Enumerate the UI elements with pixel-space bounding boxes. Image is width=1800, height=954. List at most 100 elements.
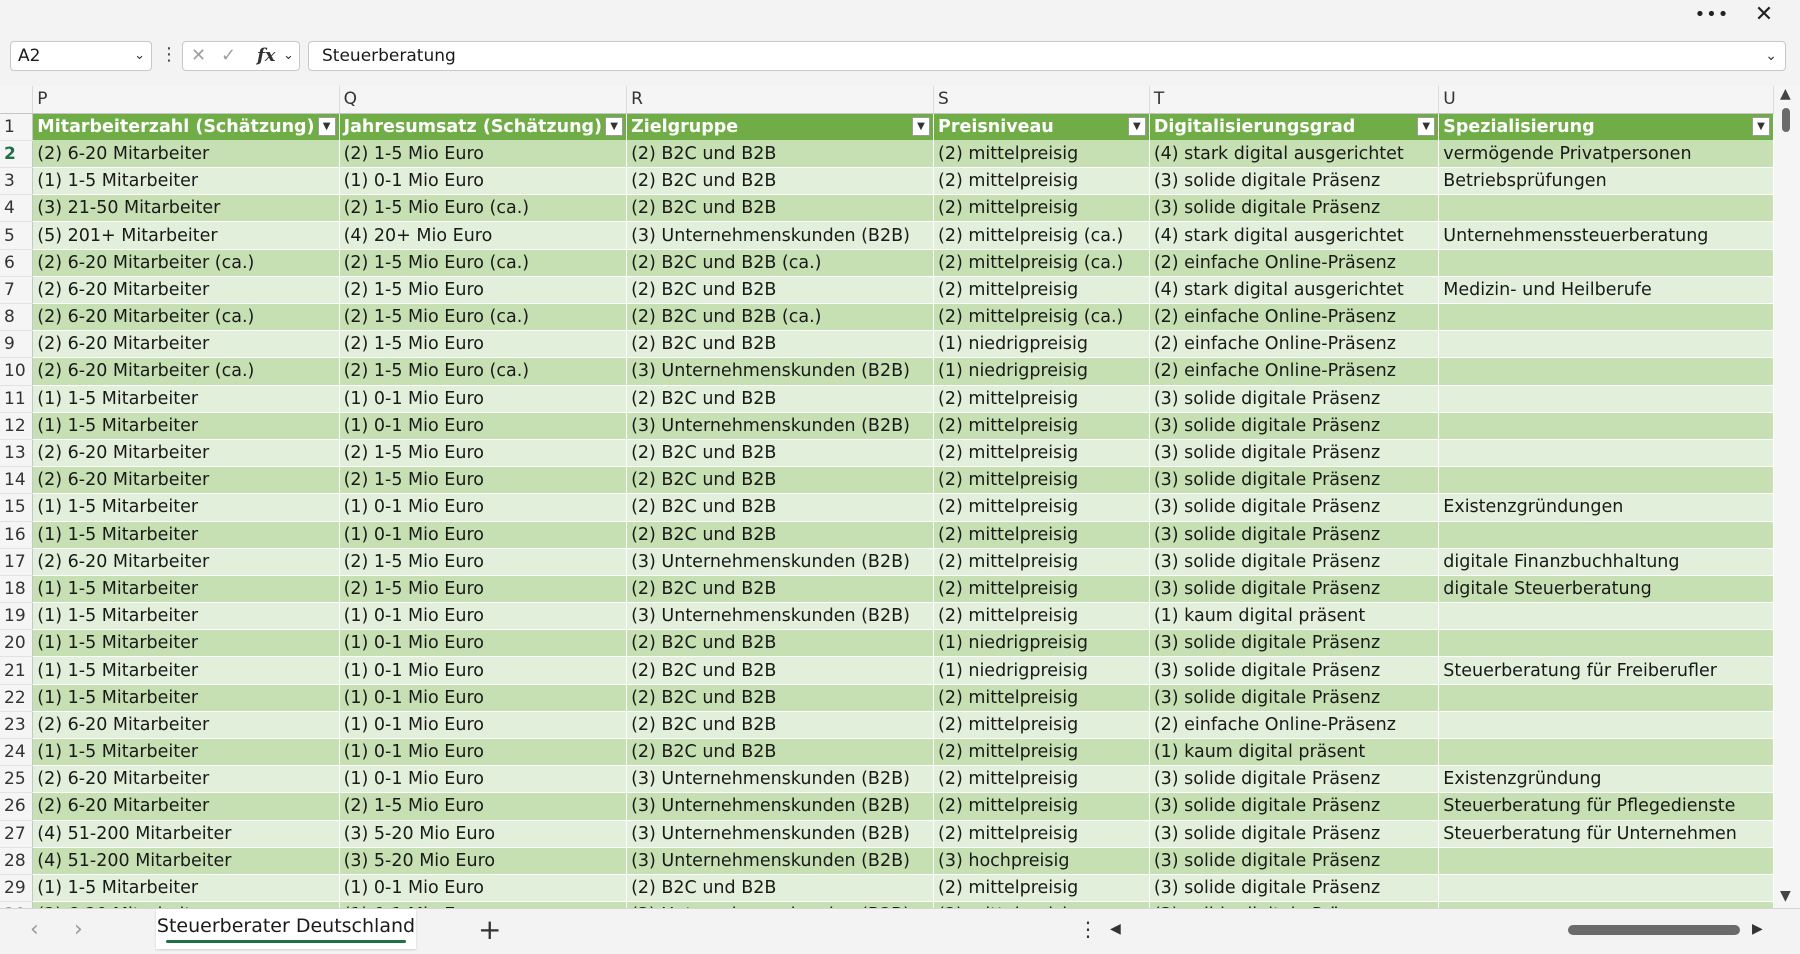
table-cell[interactable] — [1438, 249, 1774, 277]
table-cell[interactable]: (1) kaum digital präsent — [1149, 602, 1440, 631]
table-cell[interactable]: (4) 20+ Mio Euro — [339, 221, 628, 250]
table-cell[interactable]: Steuerberatung für Freiberufler — [1438, 656, 1774, 685]
confirm-icon[interactable]: ✓ — [221, 42, 236, 70]
table-cell[interactable]: (3) solide digitale Präsenz — [1149, 412, 1440, 440]
table-cell[interactable]: (2) mittelpreisig — [933, 194, 1150, 223]
table-cell[interactable]: (2) B2C und B2B — [626, 276, 934, 305]
row-header[interactable]: 23 — [0, 711, 34, 740]
table-cell[interactable]: (2) mittelpreisig (ca.) — [933, 221, 1150, 250]
table-cell[interactable]: (2) B2C und B2B — [626, 575, 934, 604]
table-cell[interactable]: (2) mittelpreisig — [933, 765, 1150, 794]
table-cell[interactable]: (2) mittelpreisig — [933, 738, 1150, 767]
row-header[interactable]: 28 — [0, 847, 34, 875]
table-header-cell[interactable]: Mitarbeiterzahl (Schätzung) ▼ — [32, 113, 340, 141]
expand-formula-icon[interactable]: ⌄ — [1765, 42, 1777, 70]
table-cell[interactable] — [1438, 629, 1774, 658]
table-cell[interactable] — [1438, 602, 1774, 631]
table-cell[interactable]: (1) niedrigpreisig — [933, 656, 1150, 685]
table-cell[interactable]: (3) solide digitale Präsenz — [1149, 629, 1440, 658]
table-cell[interactable]: (1) niedrigpreisig — [933, 629, 1150, 658]
row-header[interactable]: 29 — [0, 874, 34, 903]
table-cell[interactable]: (2) B2C und B2B — [626, 874, 934, 903]
table-cell[interactable]: (2) B2C und B2B (ca.) — [626, 249, 934, 277]
table-cell[interactable]: (2) mittelpreisig — [933, 439, 1150, 468]
table-cell[interactable]: Medizin- und Heilberufe — [1438, 276, 1774, 305]
table-cell[interactable]: (2) einfache Online-Präsenz — [1149, 357, 1440, 386]
scroll-up-icon[interactable]: ▲ — [1780, 86, 1791, 102]
table-cell[interactable]: (2) mittelpreisig — [933, 493, 1150, 522]
table-cell[interactable] — [1438, 439, 1774, 468]
table-cell[interactable]: (2) B2C und B2B — [626, 656, 934, 685]
row-header[interactable]: 4 — [0, 194, 34, 223]
table-cell[interactable]: (1) 0-1 Mio Euro — [339, 629, 628, 658]
table-cell[interactable]: (1) 0-1 Mio Euro — [339, 656, 628, 685]
column-header[interactable]: P — [32, 86, 340, 114]
table-cell[interactable]: (2) 6-20 Mitarbeiter (ca.) — [32, 249, 340, 277]
table-cell[interactable] — [1438, 738, 1774, 767]
spreadsheet-grid[interactable]: P Q R S T U 1 Mitarbeiterzahl (Schätzung… — [0, 86, 1774, 908]
close-icon[interactable]: ✕ — [1742, 0, 1786, 28]
row-header[interactable]: 1 — [0, 113, 34, 141]
table-cell[interactable]: (2) 6-20 Mitarbeiter — [32, 330, 340, 359]
table-cell[interactable]: (2) 6-20 Mitarbeiter — [32, 276, 340, 305]
table-cell[interactable]: (1) 0-1 Mio Euro — [339, 167, 628, 196]
filter-dropdown-icon[interactable]: ▼ — [1752, 116, 1770, 136]
table-cell[interactable]: (2) 1-5 Mio Euro — [339, 330, 628, 359]
table-cell[interactable]: Existenzgründung — [1438, 765, 1774, 794]
table-cell[interactable]: (2) B2C und B2B — [626, 466, 934, 495]
table-cell[interactable]: (2) einfache Online-Präsenz — [1149, 249, 1440, 277]
table-cell[interactable] — [1438, 711, 1774, 740]
horizontal-scrollbar-thumb[interactable] — [1568, 925, 1740, 935]
table-cell[interactable]: (3) 5-20 Mio Euro — [339, 820, 628, 848]
table-cell[interactable]: (2) 1-5 Mio Euro — [339, 276, 628, 305]
table-cell[interactable]: (2) mittelpreisig — [933, 385, 1150, 413]
table-cell[interactable]: (2) B2C und B2B — [626, 439, 934, 468]
table-cell[interactable]: (1) 1-5 Mitarbeiter — [32, 738, 340, 767]
table-cell[interactable]: (2) mittelpreisig — [933, 521, 1150, 549]
table-cell[interactable]: (2) einfache Online-Präsenz — [1149, 711, 1440, 740]
table-cell[interactable] — [1438, 303, 1774, 332]
table-cell[interactable]: (3) solide digitale Präsenz — [1149, 493, 1440, 522]
row-header[interactable]: 22 — [0, 684, 34, 712]
table-cell[interactable]: (2) B2C und B2B — [626, 385, 934, 413]
filter-dropdown-icon[interactable]: ▼ — [912, 116, 930, 136]
table-cell[interactable]: (1) kaum digital präsent — [1149, 738, 1440, 767]
table-cell[interactable]: (3) solide digitale Präsenz — [1149, 656, 1440, 685]
row-header[interactable]: 2 — [0, 140, 34, 169]
table-cell[interactable]: (1) 1-5 Mitarbeiter — [32, 629, 340, 658]
table-cell[interactable]: (2) mittelpreisig — [933, 276, 1150, 305]
table-cell[interactable]: (2) 1-5 Mio Euro — [339, 575, 628, 604]
table-cell[interactable]: digitale Steuerberatung — [1438, 575, 1774, 604]
table-cell[interactable]: (1) 0-1 Mio Euro — [339, 385, 628, 413]
table-cell[interactable] — [1438, 847, 1774, 875]
table-cell[interactable]: (3) solide digitale Präsenz — [1149, 847, 1440, 875]
table-cell[interactable] — [1438, 874, 1774, 903]
column-header[interactable]: Q — [339, 86, 628, 114]
table-cell[interactable]: (2) 1-5 Mio Euro (ca.) — [339, 303, 628, 332]
row-header[interactable]: 12 — [0, 412, 34, 440]
table-cell[interactable]: (3) solide digitale Präsenz — [1149, 167, 1440, 196]
table-cell[interactable] — [1438, 194, 1774, 223]
filter-dropdown-icon[interactable]: ▼ — [317, 116, 336, 136]
table-cell[interactable]: (3) Unternehmenskunden (B2B) — [626, 765, 934, 794]
table-cell[interactable]: (1) niedrigpreisig — [933, 330, 1150, 359]
table-cell[interactable]: (3) Unternehmenskunden (B2B) — [626, 412, 934, 440]
table-cell[interactable]: (2) B2C und B2B — [626, 521, 934, 549]
table-cell[interactable]: (1) niedrigpreisig — [933, 357, 1150, 386]
vertical-scrollbar[interactable]: ▲ ▼ — [1774, 86, 1800, 908]
row-header[interactable]: 6 — [0, 249, 34, 277]
table-cell[interactable]: Unternehmenssteuerberatung — [1438, 221, 1774, 250]
table-cell[interactable]: (2) 6-20 Mitarbeiter — [32, 548, 340, 576]
name-box[interactable]: A2 ⌄ — [10, 41, 152, 71]
table-cell[interactable]: (2) 1-5 Mio Euro (ca.) — [339, 357, 628, 386]
table-cell[interactable]: (1) 1-5 Mitarbeiter — [32, 521, 340, 549]
row-header[interactable]: 19 — [0, 602, 34, 631]
table-cell[interactable]: (2) mittelpreisig — [933, 874, 1150, 903]
table-cell[interactable]: (2) mittelpreisig — [933, 602, 1150, 631]
table-cell[interactable]: (2) B2C und B2B — [626, 194, 934, 223]
table-cell[interactable]: (1) 1-5 Mitarbeiter — [32, 874, 340, 903]
table-cell[interactable]: (3) solide digitale Präsenz — [1149, 792, 1440, 821]
table-cell[interactable]: (2) 6-20 Mitarbeiter — [32, 792, 340, 821]
table-cell[interactable] — [1438, 330, 1774, 359]
table-cell[interactable]: (2) 6-20 Mitarbeiter — [32, 439, 340, 468]
